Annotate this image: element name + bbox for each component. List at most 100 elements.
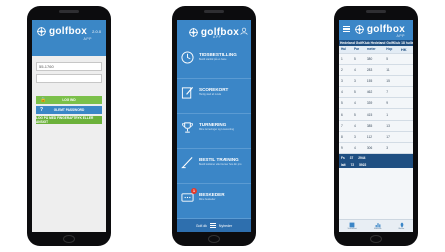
column-header: Par [351,46,365,54]
hk-cell[interactable] [398,97,413,110]
table-cell: 7 [339,120,352,132]
table-cell: 306 [364,142,385,155]
logo-subtitle: APP [213,35,222,39]
menu-header: golfbox APP [177,20,251,44]
totals-label: Fs [341,155,345,160]
phone-speaker [204,10,224,13]
table-cell: 1 [339,53,352,65]
menu-item-turnering[interactable]: TURNERING Mine turneringer og Livescorin… [177,114,251,149]
login-button[interactable]: 🔒 LOG IND [36,96,102,104]
table-cell: 2 [339,64,352,76]
menu-item-desc: Mine turneringer og Livescoring [199,127,235,131]
phone-speaker [59,10,79,13]
login-form: 55-1760 🔒 LOG IND ? GLEMT PASSWORD LOG P… [32,56,106,124]
login-header: golfbox 2.0.0 APP [32,20,106,56]
table-cell: 7 [384,86,399,99]
home-button [208,235,220,243]
table-row: 3 3 155 15 [339,75,413,88]
nav-scorekort[interactable]: Scorekort [347,222,357,230]
menu-item-desc: Mine beskeder [199,197,216,201]
hk-cell[interactable] [398,120,413,132]
table-cell: 11 [384,64,399,76]
table-cell: 4 [351,120,365,132]
totals-par: 72 [350,162,355,167]
phone-menu-screen: golfbox APP TIDSBESTILLING Bestil startt… [172,6,256,246]
table-row: 9 4 306 3 [339,142,413,155]
menu-item-beskeder[interactable]: 1 BESKEDER Mine beskeder [177,184,251,219]
forgot-password-button[interactable]: ? GLEMT PASSWORD [36,106,102,114]
column-header: meter [364,46,385,54]
totals-par: 37 [349,155,354,160]
table-cell: 283 [364,64,385,76]
table-row: 8 3 112 17 [339,131,413,144]
totals-meter: 5922 [359,162,367,167]
hamburger-icon[interactable] [343,26,350,32]
menu-item-scorekort[interactable]: SCOREKORT Hurtig start af runde [177,79,251,114]
scorecard-screen: golfbox APP Hedeland GolfKlub Hedeland G… [339,20,413,232]
menu-screen: golfbox APP TIDSBESTILLING Bestil startt… [177,20,251,232]
hk-cell[interactable] [398,108,413,121]
home-button [370,235,382,243]
bottom-nav: Scorekort Statistik Baner [339,219,413,232]
clock-icon [181,51,194,64]
home-button [63,235,75,243]
scorecard-header: golfbox APP [339,20,413,40]
table-cell: 5 [339,97,352,110]
table-cell: 4 [339,86,352,99]
phone-speaker [366,10,386,13]
hamburger-icon[interactable] [209,223,216,228]
question-icon: ? [40,107,44,113]
table-cell: 155 [364,75,385,88]
table-cell: 462 [364,86,385,99]
username-input[interactable]: 55-1760 [36,62,102,71]
hk-cell[interactable] [398,86,413,99]
trophy-icon [182,122,193,133]
golfbox-logo: golfbox 2.0.0 [32,26,106,37]
table-cell: 385 [364,120,385,132]
nav-label: Scorekort [347,228,357,230]
menu-footer: Golf.dk Nyheder [177,219,251,232]
table-cell: 339 [364,97,385,110]
table-cell: 3 [384,142,399,155]
golf-ball-logo-icon [36,27,46,36]
nav-statistik[interactable]: Statistik [374,222,382,230]
table-cell: 15 [384,75,399,88]
login-button-label: LOG IND [62,98,76,102]
menu-item-tidsbestilling[interactable]: TIDSBESTILLING Bestil starttid på en ban… [177,44,251,79]
user-icon[interactable] [240,27,248,35]
phone-login-screen: golfbox 2.0.0 APP 55-1760 🔒 LOG IND ? GL… [27,6,111,246]
hk-cell[interactable] [398,131,413,144]
lock-icon: 🔒 [40,97,47,103]
table-cell: 112 [364,131,385,144]
hk-cell[interactable] [398,64,413,76]
table-cell: 4 [351,97,365,110]
table-cell: 4 [351,64,365,76]
phone-scorecard-screen: golfbox APP Hedeland GolfKlub Hedeland G… [334,6,418,246]
nav-baner[interactable]: Baner [399,222,405,230]
hk-cell[interactable] [398,142,413,155]
hk-cell[interactable] [398,53,413,65]
table-cell: 9 [339,142,352,155]
column-header: Hul [339,46,352,54]
table-cell: 5 [351,53,365,65]
golf-club-icon [181,157,193,169]
news-link[interactable]: Nyheder [219,224,232,228]
hk-cell[interactable] [398,75,413,88]
scorecard-totals: Fs 37 2944 Ialt 72 5922 [339,154,413,169]
login-screen: golfbox 2.0.0 APP 55-1760 🔒 LOG IND ? GL… [32,20,106,232]
golfdk-link[interactable]: Golf.dk [196,224,207,228]
biometric-login-button[interactable]: LOG PÅ MED FINGERAFTRYK ELLER ANSIGT [36,116,102,124]
table-cell: 415 [364,108,385,121]
menu-item-bestil-traening[interactable]: BESTIL TRÆNING Bestil lektioner eller ku… [177,149,251,184]
menu-item-desc: Bestil lektioner eller kurser hos din pr… [199,162,242,166]
golf-ball-logo-icon [354,25,364,34]
scorecard-icon [181,87,194,99]
totals-meter: 2944 [358,155,366,160]
scorecard-table: Hul Par meter Hcp HK 1 5 380 5 2 4 283 11 3 3 155 1… [339,46,413,155]
table-cell: 8 [339,131,352,144]
totals-row: Fs 37 2944 [339,154,413,161]
table-row: 1 5 380 5 [339,53,413,65]
table-cell: 13 [384,120,399,132]
menu-item-desc: Hurtig start af runde [199,92,222,96]
password-input[interactable] [36,74,102,83]
